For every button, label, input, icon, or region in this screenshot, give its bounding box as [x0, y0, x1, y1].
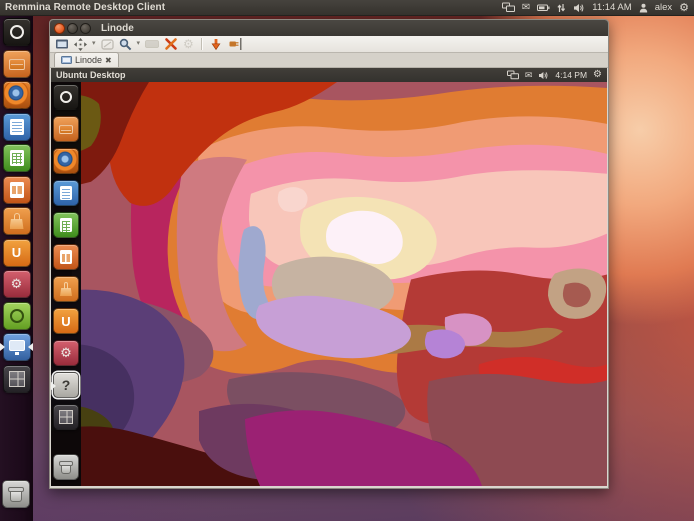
tools-button[interactable]	[164, 37, 178, 51]
remote-top-panel: Ubuntu Desktop ✉ 4:14 PM ⚙	[51, 68, 607, 82]
remote-launcher-item-workspace-switcher[interactable]	[53, 404, 79, 430]
ubuntu-logo-icon	[4, 19, 30, 45]
remmina-window: Linode ▾ ▾ ⚙ Li	[49, 19, 609, 489]
remote-focused-pip	[51, 382, 56, 390]
remote-launcher-item-libreoffice-impress[interactable]	[53, 244, 79, 270]
toolbar-separator	[201, 38, 202, 50]
launcher-item-libreoffice-calc[interactable]	[3, 144, 31, 172]
connection-toolbar: ▾ ▾ ⚙	[50, 36, 608, 53]
zoom-button[interactable]	[119, 38, 132, 51]
remote-launcher-item-trash[interactable]	[53, 454, 79, 480]
fit-window-button[interactable]	[74, 38, 87, 51]
active-app-title: Remmina Remote Desktop Client	[5, 2, 165, 13]
sync-indicator-icon[interactable]	[557, 3, 566, 13]
ubuntu-one-letter: U	[54, 309, 78, 333]
running-pip	[0, 343, 5, 351]
zoom-dropdown-caret[interactable]: ▾	[137, 39, 141, 49]
launcher-item-trash[interactable]	[2, 480, 30, 508]
launcher-item-libreoffice-writer[interactable]	[3, 113, 31, 141]
focused-pip	[28, 343, 33, 351]
fit-dropdown-caret[interactable]: ▾	[92, 39, 96, 49]
user-menu[interactable]: alex	[655, 0, 672, 16]
remote-desktop-viewport[interactable]: Ubuntu Desktop ✉ 4:14 PM ⚙	[50, 68, 608, 488]
launcher-item-firefox[interactable]	[3, 81, 31, 109]
tab-screen-icon	[61, 56, 72, 65]
remote-launcher: U ⚙ ?	[51, 82, 81, 486]
tab-close-icon[interactable]: ✖	[105, 56, 112, 65]
remote-launcher-item-system-settings[interactable]: ⚙	[53, 340, 79, 366]
remote-launcher-item-libreoffice-writer[interactable]	[53, 180, 79, 206]
window-close-button[interactable]	[54, 23, 65, 34]
launcher-item-dash[interactable]	[3, 18, 31, 46]
host-top-panel: Remmina Remote Desktop Client ✉ 11:14 AM…	[0, 0, 694, 16]
launcher-item-ubuntu-green-app[interactable]	[3, 302, 31, 330]
battery-indicator-icon[interactable]	[537, 4, 550, 12]
ubuntu-one-letter: U	[4, 240, 30, 266]
remote-wallpaper	[51, 82, 607, 486]
launcher-item-software-center[interactable]	[3, 207, 31, 235]
scaled-mode-button[interactable]	[101, 39, 114, 50]
disconnect-button[interactable]	[209, 38, 223, 51]
connection-tabbar: Linode ✖	[50, 53, 608, 68]
launcher-item-remmina[interactable]	[3, 333, 31, 361]
remote-launcher-item-firefox[interactable]	[53, 148, 79, 174]
remote-session-gear-icon[interactable]: ⚙	[593, 68, 602, 83]
remote-launcher-item-dash[interactable]	[53, 84, 79, 110]
grab-keyboard-button[interactable]	[145, 40, 159, 48]
plug-button[interactable]	[228, 37, 243, 51]
remote-active-app-title: Ubuntu Desktop	[56, 70, 126, 80]
gear-icon: ⚙	[54, 341, 78, 365]
window-title: Linode	[101, 23, 134, 34]
remote-launcher-item-ubuntu-one[interactable]: U	[53, 308, 79, 334]
network-indicator-icon[interactable]	[502, 2, 515, 13]
window-minimize-button[interactable]	[67, 23, 78, 34]
remote-launcher-item-libreoffice-calc[interactable]	[53, 212, 79, 238]
host-launcher: U ⚙	[0, 16, 33, 521]
launcher-item-libreoffice-impress[interactable]	[3, 176, 31, 204]
window-titlebar[interactable]: Linode	[50, 20, 608, 36]
tab-label: Linode	[75, 55, 102, 65]
remote-launcher-item-software-center[interactable]	[53, 276, 79, 302]
gear-icon: ⚙	[4, 271, 30, 297]
session-gear-icon[interactable]: ⚙	[679, 0, 689, 16]
messages-indicator-icon[interactable]: ✉	[522, 0, 530, 16]
remote-messages-indicator-icon[interactable]: ✉	[525, 68, 533, 83]
remote-volume-indicator-icon[interactable]	[538, 71, 549, 80]
window-maximize-button[interactable]	[80, 23, 91, 34]
launcher-item-ubuntu-one[interactable]: U	[3, 239, 31, 267]
launcher-item-home-folder[interactable]	[3, 50, 31, 78]
remote-launcher-item-unknown-window[interactable]: ?	[53, 372, 79, 398]
gears-button[interactable]: ⚙	[183, 37, 194, 51]
remote-network-indicator-icon[interactable]	[507, 70, 519, 80]
remote-launcher-item-home-folder[interactable]	[53, 116, 79, 142]
fullscreen-button[interactable]	[55, 38, 69, 50]
tab-linode[interactable]: Linode ✖	[54, 52, 119, 67]
launcher-item-system-settings[interactable]: ⚙	[3, 270, 31, 298]
clock-indicator[interactable]: 11:14 AM	[592, 0, 631, 16]
launcher-item-workspace-switcher[interactable]	[3, 365, 31, 393]
user-icon	[639, 3, 648, 13]
volume-indicator-icon[interactable]	[573, 3, 585, 13]
question-mark-icon: ?	[54, 373, 78, 397]
remote-clock-indicator[interactable]: 4:14 PM	[555, 70, 587, 80]
